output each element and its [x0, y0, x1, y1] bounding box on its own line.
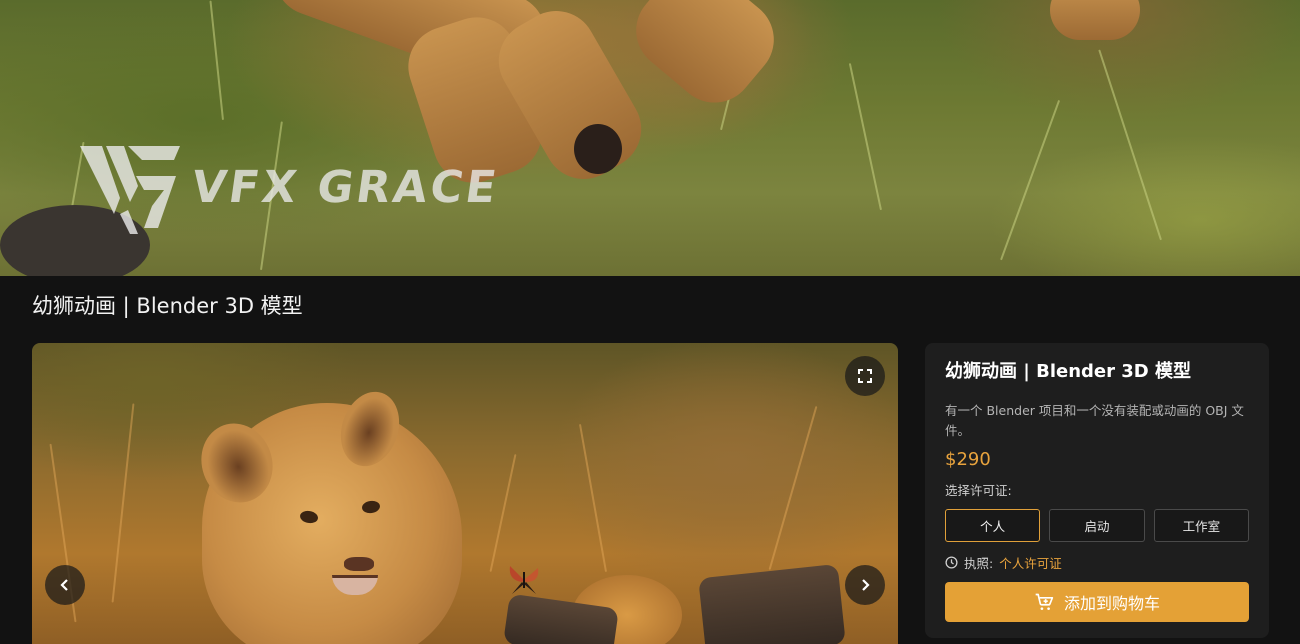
product-price: $290: [945, 449, 991, 470]
chevron-right-icon: [862, 579, 870, 591]
butterfly: [509, 566, 539, 594]
grass-blade: [848, 63, 882, 211]
vg-logo-icon: [80, 146, 180, 234]
product-panel: 幼狮动画 | Blender 3D 模型 有一个 Blender 项目和一个没有…: [925, 343, 1269, 638]
product-description: 有一个 Blender 项目和一个没有装配或动画的 OBJ 文件。: [945, 403, 1244, 438]
grass-blade: [768, 406, 818, 570]
add-to-cart-button[interactable]: 添加到购物车: [945, 582, 1249, 622]
grass-blade: [111, 403, 135, 603]
product-image-viewer[interactable]: [32, 343, 898, 644]
cub-leg: [619, 0, 791, 119]
clock-icon: [945, 556, 958, 569]
cub-leg: [1050, 0, 1140, 40]
page-title: 幼狮动画 | Blender 3D 模型: [32, 294, 303, 318]
license-option-personal[interactable]: 个人: [945, 509, 1041, 542]
grass-blade: [578, 423, 608, 573]
license-option-studio[interactable]: 工作室: [1153, 509, 1249, 542]
hero-banner: VFX GRACE: [0, 0, 1300, 276]
log: [698, 563, 846, 644]
cart-plus-icon: [1035, 593, 1054, 610]
license-label: 选择许可证:: [945, 483, 1012, 498]
license-options: 个人 启动 工作室: [945, 509, 1249, 542]
chevron-left-icon: [60, 579, 68, 591]
license-info-label: 执照:: [964, 556, 994, 571]
license-info: 执照: 个人许可证: [945, 553, 1249, 572]
grass-blade: [209, 0, 224, 121]
fullscreen-button[interactable]: [845, 356, 885, 396]
grass-blade: [489, 454, 517, 572]
license-info-value: 个人许可证: [999, 556, 1062, 571]
previous-image-button[interactable]: [45, 565, 85, 605]
vfx-grace-logo: VFX GRACE: [80, 140, 503, 234]
fullscreen-icon: [858, 369, 872, 383]
cub-paw-pad: [574, 124, 622, 174]
cub-nose: [344, 557, 374, 571]
grass-blade: [1098, 49, 1162, 241]
license-option-startup[interactable]: 启动: [1049, 509, 1145, 542]
grass-blade: [1000, 99, 1061, 261]
logo-text: VFX GRACE: [188, 161, 503, 213]
add-to-cart-label: 添加到购物车: [1063, 594, 1160, 613]
next-image-button[interactable]: [845, 565, 885, 605]
product-title: 幼狮动画 | Blender 3D 模型: [945, 361, 1191, 382]
